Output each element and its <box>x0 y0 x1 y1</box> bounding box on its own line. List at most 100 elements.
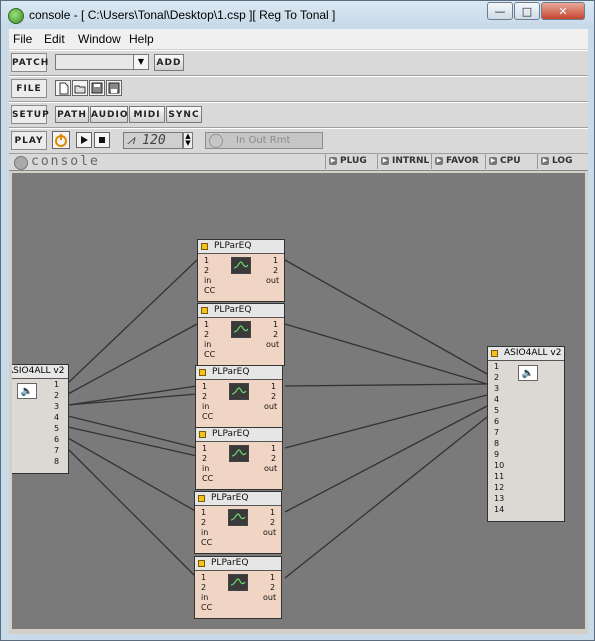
output-pin[interactable]: 3 <box>54 403 59 411</box>
tempo-display[interactable]: ⩘ 120 <box>123 132 183 149</box>
eq-curve-icon[interactable] <box>231 321 251 338</box>
module-header[interactable]: PLParEQ <box>195 557 281 571</box>
output-pin[interactable]: 6 <box>54 436 59 444</box>
speaker-icon[interactable]: 🔈 <box>17 383 37 399</box>
input-pin[interactable]: 2 <box>494 374 499 382</box>
input-pin[interactable]: 1 <box>201 509 206 517</box>
nav-log[interactable]: ▶ LOG <box>537 154 588 169</box>
input-pin[interactable]: 8 <box>494 440 499 448</box>
eq-module[interactable]: PLParEQ 1 2 in CC 1 2 out <box>195 427 283 490</box>
status-led[interactable] <box>491 350 498 357</box>
input-pin[interactable]: in <box>202 403 209 411</box>
close-button[interactable]: ✕ <box>541 2 585 20</box>
audio-button[interactable]: AUDIO <box>90 106 128 123</box>
save-icon[interactable] <box>89 80 105 96</box>
path-button[interactable]: PATH <box>55 106 89 123</box>
module-header[interactable]: PLParEQ <box>198 304 284 318</box>
add-button[interactable]: ADD <box>154 54 184 71</box>
chevron-down-icon[interactable]: ▼ <box>133 55 148 69</box>
play-icon[interactable] <box>76 132 92 148</box>
output-pin[interactable]: out <box>263 529 276 537</box>
output-pin[interactable]: 2 <box>270 519 275 527</box>
output-pin[interactable]: 5 <box>54 425 59 433</box>
input-pin[interactable]: 13 <box>494 495 504 503</box>
module-header[interactable]: PLParEQ <box>196 428 282 442</box>
output-pin[interactable]: 4 <box>54 414 59 422</box>
module-header[interactable]: PLParEQ <box>198 240 284 254</box>
open-file-icon[interactable] <box>72 80 88 96</box>
input-pin[interactable]: CC <box>204 287 215 295</box>
nav-intrnl[interactable]: ▶ INTRNL <box>377 154 431 169</box>
input-pin[interactable]: in <box>202 465 209 473</box>
output-pin[interactable]: out <box>263 594 276 602</box>
output-pin[interactable]: 1 <box>54 381 59 389</box>
status-led[interactable] <box>198 560 205 567</box>
title-bar[interactable]: console - [ C:\Users\Tonal\Desktop\1.csp… <box>1 1 594 29</box>
save-as-icon[interactable] <box>106 80 122 96</box>
patch-select[interactable]: ▼ <box>55 54 149 70</box>
nav-cpu[interactable]: ▶ CPU <box>485 154 537 169</box>
status-led[interactable] <box>201 307 208 314</box>
eq-module[interactable]: PLParEQ 1 2 in CC 1 2 out <box>194 491 282 554</box>
input-pin[interactable]: 2 <box>204 331 209 339</box>
eq-curve-icon[interactable] <box>231 257 251 274</box>
patch-canvas[interactable]: PLParEQ 1 2 in CC 1 2 out PLParEQ 1 2 in… <box>12 173 585 629</box>
nav-favor[interactable]: ▶ FAVOR <box>431 154 485 169</box>
power-icon[interactable] <box>52 131 70 149</box>
status-led[interactable] <box>199 369 206 376</box>
output-pin[interactable]: 2 <box>270 584 275 592</box>
status-led[interactable] <box>201 243 208 250</box>
input-pin[interactable]: 1 <box>201 574 206 582</box>
eq-module[interactable]: PLParEQ 1 2 in CC 1 2 out <box>194 556 282 619</box>
input-pin[interactable]: 2 <box>202 393 207 401</box>
new-file-icon[interactable] <box>55 80 71 96</box>
input-pin[interactable]: 11 <box>494 473 504 481</box>
input-pin[interactable]: CC <box>201 539 212 547</box>
input-pin[interactable]: 3 <box>494 385 499 393</box>
input-pin[interactable]: 4 <box>494 396 499 404</box>
input-pin[interactable]: 2 <box>201 519 206 527</box>
input-pin[interactable]: 2 <box>204 267 209 275</box>
input-pin[interactable]: in <box>204 341 211 349</box>
output-pin[interactable]: out <box>266 277 279 285</box>
output-pin[interactable]: 1 <box>271 445 276 453</box>
input-pin[interactable]: in <box>201 594 208 602</box>
input-pin[interactable]: 1 <box>494 363 499 371</box>
input-pin[interactable]: 7 <box>494 429 499 437</box>
input-pin[interactable]: 1 <box>204 257 209 265</box>
module-header[interactable]: PLParEQ <box>196 366 282 380</box>
menu-edit[interactable]: Edit <box>44 32 65 46</box>
input-pin[interactable]: 10 <box>494 462 504 470</box>
output-pin[interactable]: 1 <box>273 257 278 265</box>
input-pin[interactable]: 12 <box>494 484 504 492</box>
output-pin[interactable]: 2 <box>273 267 278 275</box>
output-pin[interactable]: out <box>264 403 277 411</box>
midi-button[interactable]: MIDI <box>129 106 165 123</box>
menu-help[interactable]: Help <box>129 32 154 46</box>
input-pin[interactable]: 2 <box>201 584 206 592</box>
output-pin[interactable]: 7 <box>54 447 59 455</box>
output-pin[interactable]: 2 <box>271 393 276 401</box>
module-header[interactable]: ASIO4ALL v2 <box>12 365 68 379</box>
stop-icon[interactable] <box>94 132 110 148</box>
input-pin[interactable]: in <box>201 529 208 537</box>
output-pin[interactable]: 1 <box>270 574 275 582</box>
output-pin[interactable]: 1 <box>270 509 275 517</box>
output-pin[interactable]: out <box>264 465 277 473</box>
eq-module[interactable]: PLParEQ 1 2 in CC 1 2 out <box>195 365 283 428</box>
input-pin[interactable]: 2 <box>202 455 207 463</box>
output-pin[interactable]: 1 <box>273 321 278 329</box>
output-pin[interactable]: 8 <box>54 458 59 466</box>
input-pin[interactable]: 5 <box>494 407 499 415</box>
eq-curve-icon[interactable] <box>229 383 249 400</box>
output-pin[interactable]: out <box>266 341 279 349</box>
eq-module[interactable]: PLParEQ 1 2 in CC 1 2 out <box>197 303 285 366</box>
input-pin[interactable]: 1 <box>202 445 207 453</box>
eq-curve-icon[interactable] <box>229 445 249 462</box>
output-pin[interactable]: 1 <box>271 383 276 391</box>
asio-input-module[interactable]: ASIO4ALL v2 🔈 1 2 3 4 5 6 7 8 <box>12 364 69 474</box>
input-pin[interactable]: 14 <box>494 506 504 514</box>
menu-window[interactable]: Window <box>78 32 121 46</box>
nav-plug[interactable]: ▶ PLUG <box>325 154 377 169</box>
sync-button[interactable]: SYNC <box>166 106 202 123</box>
